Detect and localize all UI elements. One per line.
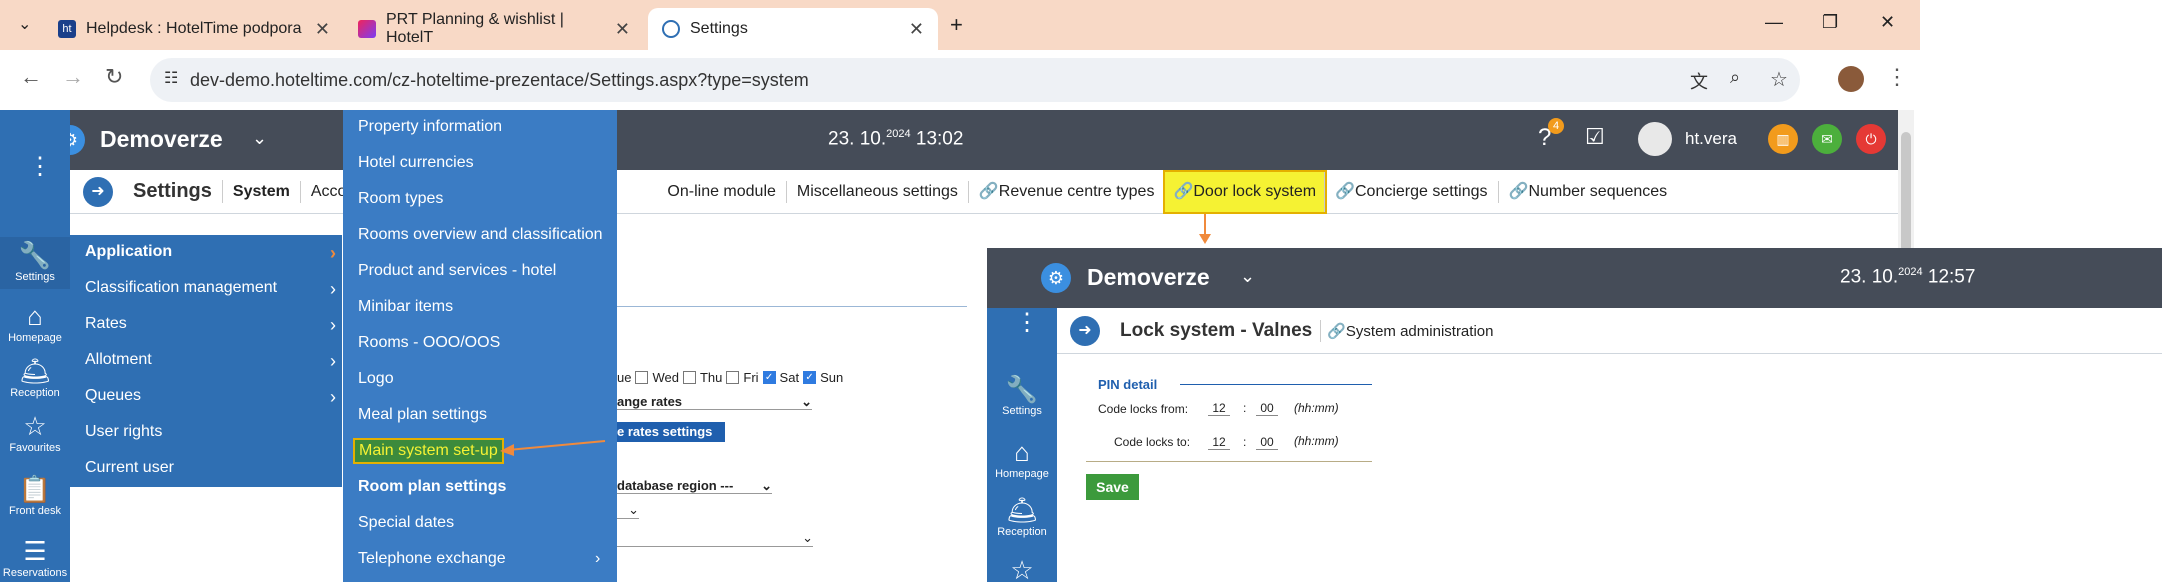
page-title: Lock system - Valnes [1120,319,1322,342]
to-hours-input[interactable]: 12 [1208,435,1230,450]
system-administration-link[interactable]: 🔗System administration [1321,322,1493,340]
sidebar-item-reception[interactable]: 🛎 Reception [987,494,1057,538]
inset-sidebar: ⋮ 🔧 Settings ⌂ Homepage 🛎 Reception ☆ [987,308,1057,585]
sidebar-item-label: Homepage [995,468,1049,480]
section-title: PIN detail [1098,377,1158,392]
bell-icon: 🛎 [1005,495,1039,525]
time: 12:57 [1927,266,1976,288]
time-format-hint: (hh:mm) [1294,401,1339,415]
inset-title-bar: ➜ Lock system - Valnes 🔗System administr… [1057,308,2162,354]
inset-header: ⚙ Demoverze ⌄ 23. 10.2024 12:57 [987,248,2162,308]
property-chevron-icon[interactable]: ⌄ [1240,266,1255,287]
date: 23. 10. [1840,266,1899,288]
link-label: System administration [1345,322,1494,340]
arrow-head [500,444,514,456]
from-hours-input[interactable]: 12 [1208,401,1230,416]
code-to-label: Code locks to: [1114,435,1191,449]
home-icon: ⌂ [1014,437,1030,467]
code-from-label: Code locks from: [1098,402,1189,416]
time-format-hint: (hh:mm) [1294,434,1339,448]
sidebar-item-homepage[interactable]: ⌂ Homepage [987,436,1057,480]
sidebar-menu-icon[interactable]: ⋮ [1015,308,1039,337]
year: 2024 [1898,266,1923,278]
property-name[interactable]: Demoverze [1087,264,1210,291]
sidebar-item-label: Reception [997,526,1047,538]
save-button[interactable]: Save [1086,474,1139,500]
colon: : [1243,435,1247,449]
sidebar-item-favourites[interactable]: ☆ [987,554,1057,586]
from-minutes-input[interactable]: 00 [1256,401,1278,416]
arrow-to-main-setup [507,440,606,451]
to-minutes-input[interactable]: 00 [1256,435,1278,450]
sidebar-item-label: Settings [1002,405,1042,417]
sidebar-item-settings[interactable]: 🔧 Settings [987,373,1057,417]
colon: : [1243,401,1247,415]
star-icon: ☆ [1010,555,1034,585]
back-arrow-icon[interactable]: ➜ [1070,315,1100,346]
pin-detail-section: PIN detail Code locks from: 12 : 00 (hh:… [1086,374,1372,462]
app-logo-icon: ⚙ [1041,263,1071,293]
arrow-head [1199,234,1211,244]
link-icon: 🔗 [1327,322,1346,340]
wrench-icon: 🔧 [1005,374,1039,404]
header-datetime: 23. 10.2024 12:57 [1840,266,1975,288]
